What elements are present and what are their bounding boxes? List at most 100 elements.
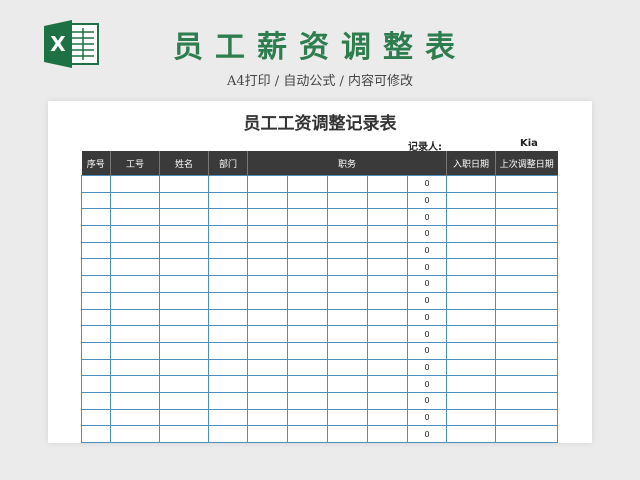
table-cell[interactable] [247,175,288,193]
table-cell[interactable] [495,291,558,310]
table-cell[interactable] [446,258,496,277]
table-cell[interactable] [81,225,111,243]
table-cell[interactable] [208,291,248,310]
table-cell[interactable] [159,375,209,393]
table-cell[interactable] [367,391,408,410]
table-cell[interactable] [327,175,368,193]
table-cell[interactable] [287,208,328,227]
table-cell[interactable] [208,241,248,260]
table-cell[interactable] [159,325,209,343]
table-cell[interactable]: 0 [407,358,447,377]
table-cell[interactable] [208,358,248,377]
table-cell[interactable] [247,191,288,210]
table-cell[interactable] [159,425,209,443]
table-cell[interactable] [327,408,368,427]
table-cell[interactable] [367,241,408,260]
table-cell[interactable] [81,408,111,427]
table-cell[interactable] [327,225,368,243]
table-cell[interactable] [81,425,111,443]
table-cell[interactable] [287,291,328,310]
table-cell[interactable] [159,258,209,277]
table-cell[interactable] [495,408,558,427]
table-cell[interactable] [208,425,248,443]
table-cell[interactable] [327,425,368,443]
table-cell[interactable]: 0 [407,375,447,393]
table-cell[interactable] [159,175,209,193]
table-cell[interactable] [247,341,288,360]
table-cell[interactable] [367,325,408,343]
table-cell[interactable] [287,375,328,393]
table-cell[interactable] [247,308,288,327]
table-cell[interactable] [247,358,288,377]
table-cell[interactable] [495,208,558,227]
table-cell[interactable] [367,175,408,193]
table-cell[interactable] [247,208,288,227]
table-cell[interactable] [110,225,160,243]
table-cell[interactable] [495,241,558,260]
table-cell[interactable] [327,375,368,393]
table-cell[interactable] [327,391,368,410]
table-cell[interactable] [208,408,248,427]
table-cell[interactable] [446,241,496,260]
table-cell[interactable] [287,275,328,293]
table-cell[interactable] [446,225,496,243]
table-cell[interactable] [287,391,328,410]
table-cell[interactable] [247,291,288,310]
table-cell[interactable] [81,291,111,310]
table-cell[interactable] [81,358,111,377]
table-cell[interactable] [495,358,558,377]
table-cell[interactable] [367,275,408,293]
table-cell[interactable] [446,275,496,293]
table-cell[interactable] [247,258,288,277]
table-cell[interactable] [81,308,111,327]
table-cell[interactable] [208,341,248,360]
table-cell[interactable] [208,308,248,327]
table-cell[interactable]: 0 [407,241,447,260]
table-cell[interactable]: 0 [407,191,447,210]
table-cell[interactable] [367,225,408,243]
table-cell[interactable]: 0 [407,308,447,327]
table-cell[interactable] [287,425,328,443]
table-cell[interactable]: 0 [407,341,447,360]
table-cell[interactable] [81,375,111,393]
table-cell[interactable] [208,225,248,243]
table-cell[interactable] [247,375,288,393]
table-cell[interactable] [327,341,368,360]
table-cell[interactable] [327,241,368,260]
table-cell[interactable] [287,408,328,427]
table-cell[interactable]: 0 [407,175,447,193]
table-cell[interactable] [208,258,248,277]
table-cell[interactable] [247,325,288,343]
table-cell[interactable]: 0 [407,225,447,243]
table-cell[interactable] [159,408,209,427]
table-cell[interactable] [367,341,408,360]
table-cell[interactable] [287,225,328,243]
table-cell[interactable] [446,291,496,310]
table-cell[interactable]: 0 [407,408,447,427]
table-cell[interactable] [81,391,111,410]
table-cell[interactable] [110,325,160,343]
table-cell[interactable] [367,375,408,393]
table-cell[interactable] [287,258,328,277]
table-cell[interactable] [110,391,160,410]
table-cell[interactable] [446,191,496,210]
table-cell[interactable] [495,325,558,343]
table-cell[interactable] [446,391,496,410]
table-cell[interactable] [81,325,111,343]
table-cell[interactable] [208,191,248,210]
table-cell[interactable] [208,391,248,410]
table-cell[interactable] [247,391,288,410]
table-cell[interactable] [287,325,328,343]
table-cell[interactable] [287,341,328,360]
table-cell[interactable] [327,358,368,377]
table-cell[interactable] [367,291,408,310]
table-cell[interactable] [159,291,209,310]
table-cell[interactable]: 0 [407,391,447,410]
table-cell[interactable] [367,425,408,443]
table-cell[interactable] [367,408,408,427]
table-cell[interactable] [208,275,248,293]
table-cell[interactable] [446,341,496,360]
table-cell[interactable] [159,391,209,410]
table-cell[interactable] [247,275,288,293]
table-cell[interactable] [495,258,558,277]
